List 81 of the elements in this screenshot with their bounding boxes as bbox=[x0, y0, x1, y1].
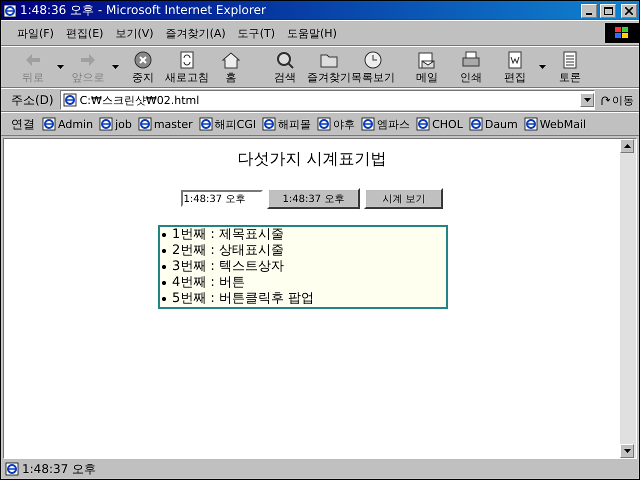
scrollbar[interactable] bbox=[620, 139, 636, 458]
address-text: C:₩스크린샷₩02.html bbox=[80, 92, 200, 108]
close-button[interactable] bbox=[621, 4, 637, 18]
ie-page-icon bbox=[138, 117, 152, 131]
maximize-icon bbox=[604, 6, 612, 14]
toolbar-button[interactable]: 메일 bbox=[405, 50, 449, 84]
envelope-icon bbox=[417, 50, 437, 70]
clock-button[interactable]: 1:48:37 오후 bbox=[266, 188, 360, 209]
links-label: 연결 bbox=[10, 116, 36, 132]
list-item: 3번째 : 텍스트상자 bbox=[172, 259, 284, 275]
menu-item[interactable]: 즐겨찾기(A) bbox=[160, 24, 232, 42]
address-label: 주소(D) bbox=[10, 92, 55, 108]
bullet-icon bbox=[162, 265, 166, 269]
go-arrow-icon bbox=[600, 94, 610, 106]
clock-icon bbox=[363, 50, 383, 70]
show-clock-button[interactable]: 시계 보기 bbox=[364, 188, 444, 209]
minimize-icon bbox=[586, 12, 592, 14]
caret-icon[interactable] bbox=[539, 65, 546, 69]
up-triangle-icon bbox=[624, 144, 630, 148]
menu-item[interactable]: 편집(E) bbox=[60, 24, 110, 42]
search-icon bbox=[275, 50, 295, 70]
list-item: 4번째 : 버튼 bbox=[172, 275, 245, 291]
link-item[interactable]: Daum bbox=[466, 117, 521, 131]
printer-icon bbox=[461, 50, 481, 70]
link-item[interactable]: 해피CGI bbox=[196, 116, 260, 132]
ie-page-icon bbox=[3, 4, 17, 18]
toolbar-button[interactable]: 목록보기 bbox=[351, 50, 395, 84]
menu-item[interactable]: 보기(V) bbox=[109, 24, 160, 42]
window-title: 1:48:36 오후 - Microsoft Internet Explorer bbox=[20, 2, 267, 19]
ie-page-icon bbox=[524, 117, 538, 131]
link-item[interactable]: CHOL bbox=[413, 117, 466, 131]
dropdown-button[interactable] bbox=[580, 93, 594, 107]
link-item[interactable]: Admin bbox=[39, 117, 96, 131]
list-item: 1번째 : 제목표시줄 bbox=[172, 227, 284, 243]
ie-page-icon bbox=[99, 117, 114, 131]
link-item[interactable]: master bbox=[134, 117, 196, 131]
page-heading: 다섯가지 시계표기법 bbox=[237, 149, 387, 170]
maximize-button[interactable] bbox=[600, 4, 616, 18]
down-triangle-icon bbox=[624, 449, 630, 453]
status-text: 1:48:37 오후 bbox=[22, 460, 96, 478]
list-item: 5번째 : 버튼클릭후 팝업 bbox=[172, 291, 314, 307]
toolbar-button[interactable]: 검색 bbox=[263, 50, 307, 84]
ie-page-icon bbox=[416, 117, 430, 131]
bullet-icon bbox=[162, 281, 166, 285]
caret-icon bbox=[584, 98, 590, 102]
ie-page-icon bbox=[317, 117, 332, 131]
ie-page-icon bbox=[361, 117, 376, 131]
address-field[interactable]: C:₩스크린샷₩02.html bbox=[60, 90, 595, 110]
menu-item[interactable]: 도움말(H) bbox=[281, 24, 343, 42]
toolbar-button[interactable]: 편집 bbox=[493, 50, 537, 84]
toolbar-button[interactable]: 중지 bbox=[121, 50, 165, 84]
house-icon bbox=[221, 50, 241, 70]
bullet-icon bbox=[162, 297, 166, 301]
ie-page-icon bbox=[62, 93, 77, 107]
ie-page-icon bbox=[198, 117, 213, 131]
stop-icon bbox=[133, 50, 153, 70]
minimize-button[interactable] bbox=[581, 4, 597, 18]
toolbar-button[interactable]: 홈 bbox=[209, 50, 253, 84]
link-item[interactable]: WebMail bbox=[520, 117, 590, 131]
scroll-up-button[interactable] bbox=[620, 139, 634, 153]
toolbar-button[interactable]: 토론 bbox=[548, 50, 592, 84]
close-icon bbox=[625, 6, 633, 14]
bullet-icon bbox=[162, 249, 166, 253]
link-item[interactable]: 야후 bbox=[314, 116, 358, 132]
toolbar-button[interactable]: 새로고침 bbox=[165, 50, 209, 84]
link-item[interactable]: 해피몰 bbox=[259, 116, 314, 132]
ie-page-icon bbox=[468, 117, 483, 131]
ie-page-icon bbox=[262, 117, 276, 131]
ie-page-icon bbox=[42, 117, 56, 131]
toolbar-button[interactable]: 즐겨찾기 bbox=[307, 50, 351, 84]
ie-page-icon bbox=[5, 462, 19, 476]
bullet-icon bbox=[162, 233, 166, 237]
menu-item[interactable]: 파일(F) bbox=[11, 24, 60, 42]
link-item[interactable]: 엠파스 bbox=[358, 116, 414, 132]
scroll-down-button[interactable] bbox=[620, 444, 634, 458]
clock-input-field[interactable]: 1:48:37 오후 bbox=[180, 190, 263, 207]
menu-item[interactable]: 도구(T) bbox=[232, 24, 281, 42]
toolbar-button[interactable]: 인쇄 bbox=[449, 50, 493, 84]
list-item: 2번째 : 상태표시줄 bbox=[172, 243, 284, 259]
link-item[interactable]: job bbox=[96, 117, 135, 131]
go-button[interactable]: 이동 bbox=[597, 92, 637, 108]
